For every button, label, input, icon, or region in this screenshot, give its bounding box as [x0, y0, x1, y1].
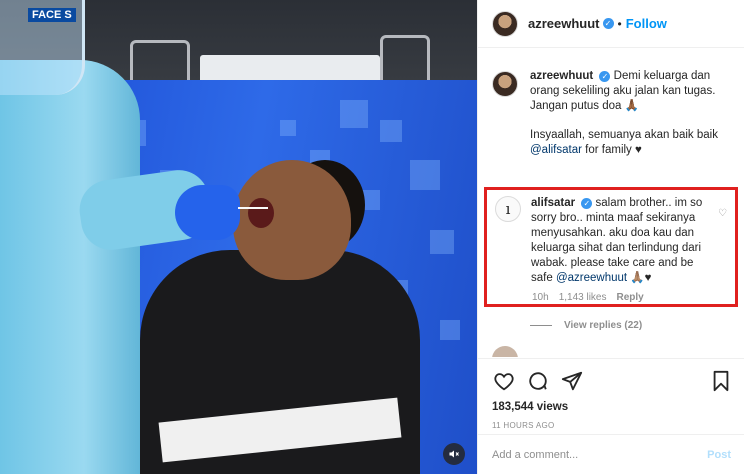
comment-mention-link[interactable]: @azreewhuut	[556, 272, 627, 284]
comment-row: ı alifsatar ✓ salam brother.. im so sorr…	[487, 190, 735, 286]
face-shield: FACE S	[0, 0, 85, 95]
avatar[interactable]	[492, 346, 518, 357]
post-caption: azreewhuut ✓ Demi keluarga dan orang sek…	[478, 57, 744, 158]
comment-age[interactable]: 10h	[532, 292, 549, 303]
like-comment-heart-icon[interactable]: ♡	[718, 208, 727, 219]
caption-mention-link[interactable]: @alifsatar	[530, 144, 582, 156]
comment-meta: 10h 1,143 likes Reply	[532, 292, 735, 303]
share-button[interactable]	[560, 369, 584, 393]
highlighted-comment: ı alifsatar ✓ salam brother.. im so sorr…	[484, 187, 738, 307]
comment-username[interactable]: alifsatar	[531, 197, 575, 209]
comments-list[interactable]: azreewhuut ✓ Demi keluarga dan orang sek…	[478, 57, 744, 357]
comment-likes[interactable]: 1,143 likes	[559, 292, 607, 303]
avatar[interactable]: ı	[495, 196, 521, 222]
view-replies-button[interactable]: View replies (22)	[530, 320, 642, 331]
blue-glove	[175, 185, 240, 240]
caption-username[interactable]: azreewhuut	[530, 70, 593, 82]
view-replies-label: View replies (22)	[564, 320, 643, 331]
replies-divider	[530, 325, 552, 326]
like-button[interactable]	[492, 369, 516, 393]
verified-badge-icon: ✓	[602, 18, 614, 29]
view-count[interactable]: 183,544 views	[492, 401, 733, 413]
health-worker-ppe	[0, 60, 140, 474]
swab-stick	[238, 207, 268, 209]
post-actions: 183,544 views 11 HOURS AGO	[478, 358, 744, 430]
comment-bubble-icon	[529, 372, 547, 390]
post-video[interactable]: FACE S	[0, 0, 477, 474]
comment-input[interactable]	[492, 448, 708, 461]
save-button[interactable]	[709, 369, 733, 393]
post-header: azreewhuut ✓ • Follow	[478, 0, 744, 48]
heart-icon	[494, 373, 514, 391]
verified-badge-icon: ✓	[599, 71, 611, 82]
bookmark-icon	[713, 370, 729, 392]
add-comment-bar: Post	[478, 434, 744, 474]
avatar-letter: ı	[505, 200, 511, 218]
avatar[interactable]	[492, 10, 518, 37]
comment-suffix: 🙏🏽♥	[630, 272, 652, 284]
face-shield-label: FACE S	[28, 8, 76, 22]
verified-badge-icon: ✓	[581, 198, 593, 209]
speaker-muted-icon	[449, 450, 459, 458]
pray-emoji-icon: 🙏🏾	[624, 100, 639, 112]
header-username[interactable]: azreewhuut	[528, 16, 600, 31]
post-button[interactable]: Post	[707, 449, 731, 461]
caption-text-2: Insyaallah, semuanya akan baik baik	[530, 129, 718, 141]
comment-button[interactable]	[526, 369, 550, 393]
separator-dot: •	[617, 16, 622, 31]
patient-mouth	[248, 198, 274, 228]
mute-button[interactable]	[443, 443, 465, 465]
avatar[interactable]	[492, 71, 518, 97]
post-side-panel: azreewhuut ✓ • Follow azreewhuut ✓ Demi …	[477, 0, 744, 474]
comment-text: salam brother.. im so sorry bro.. minta …	[531, 197, 703, 284]
post-timestamp[interactable]: 11 HOURS AGO	[492, 421, 733, 430]
paper-plane-icon	[561, 371, 583, 391]
next-comment-partial	[492, 346, 732, 357]
reply-button[interactable]: Reply	[617, 292, 644, 303]
caption-text-2-end: for family ♥	[585, 144, 642, 156]
follow-button[interactable]: Follow	[626, 16, 667, 31]
